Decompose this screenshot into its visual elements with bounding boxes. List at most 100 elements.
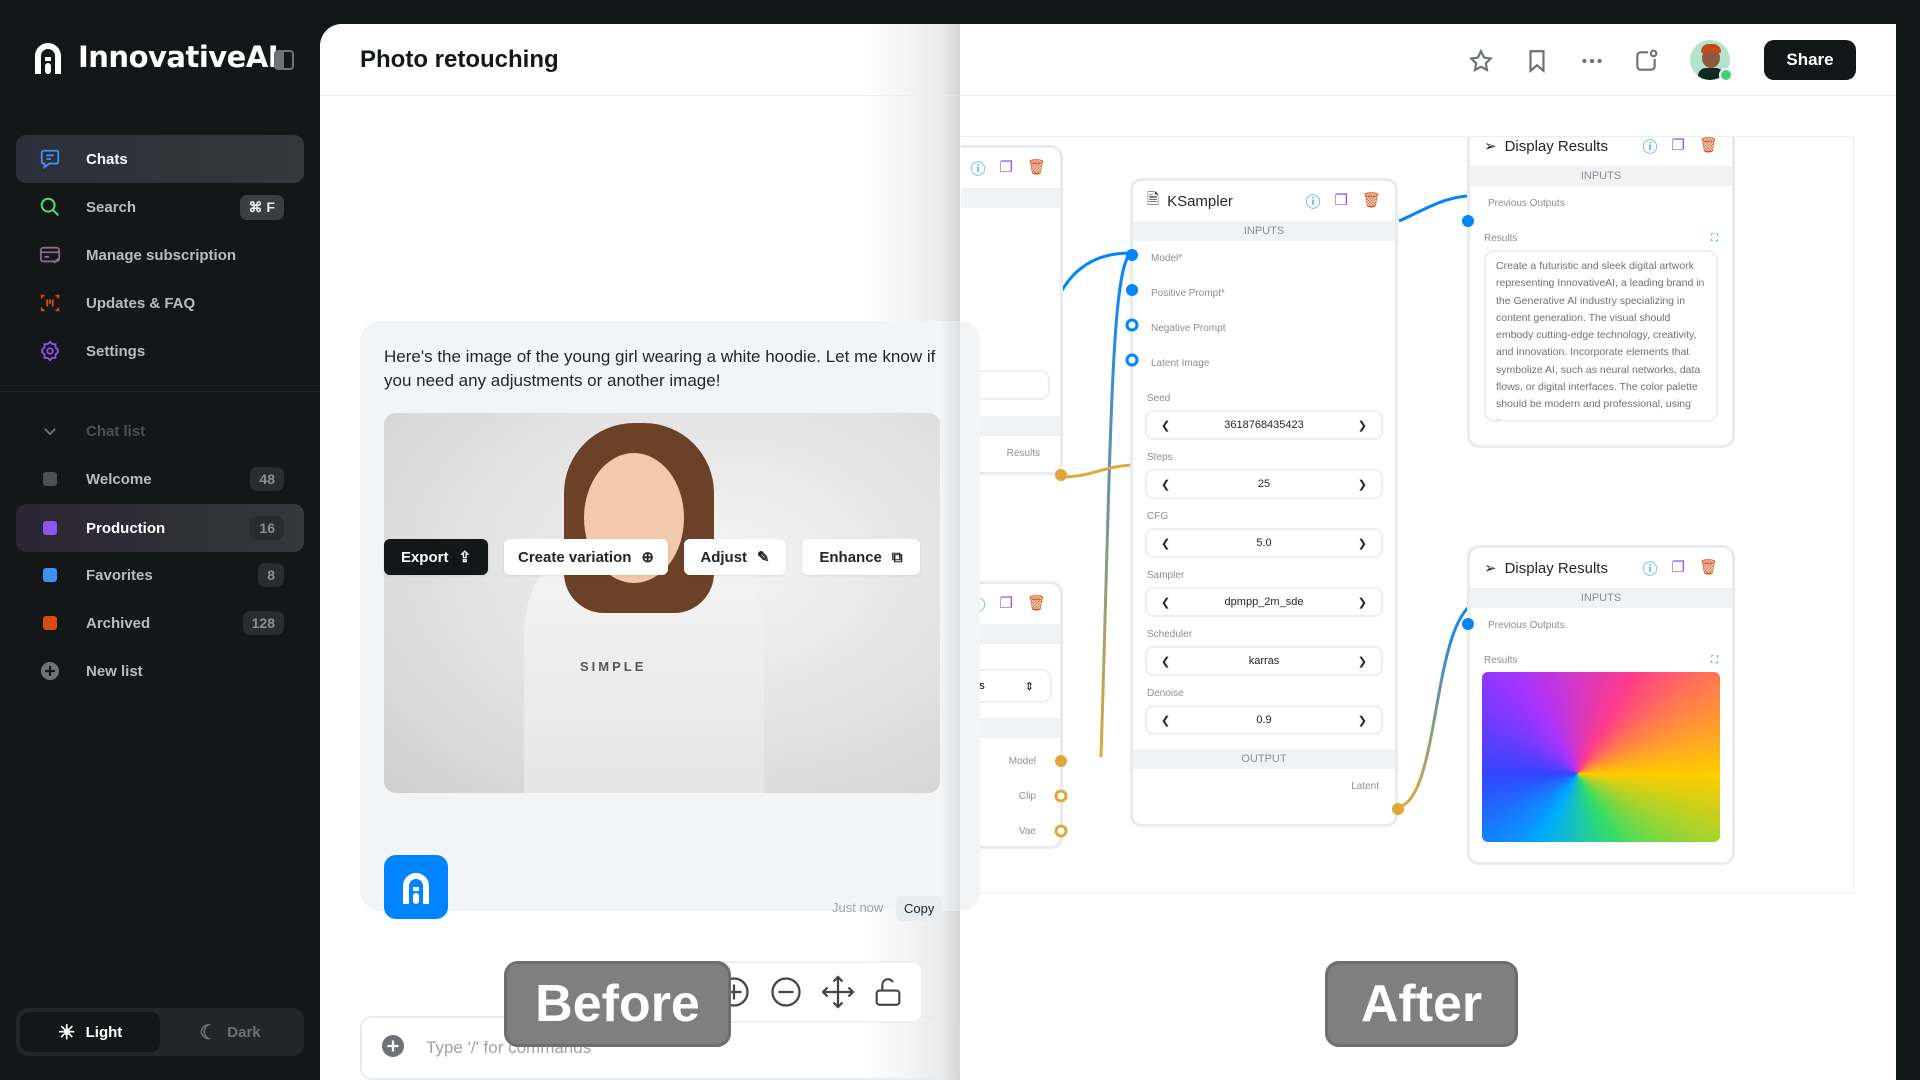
share-button[interactable]: Share [1764,40,1856,80]
sidebar-item-label: Search [86,198,137,216]
chevron-left-icon[interactable]: ❮ [1161,655,1170,668]
bookmark-icon[interactable] [1524,48,1550,74]
wire [1099,251,1133,758]
enhance-button[interactable]: Enhance ⧉ [802,539,920,575]
info-icon[interactable]: ⓘ [1642,137,1657,157]
delete-icon[interactable]: 🗑 [1027,158,1046,179]
sidebar-item-chats[interactable]: Chats [16,135,304,183]
duplicate-icon[interactable]: ❐ [1335,191,1348,212]
sidebar-item-settings[interactable]: Settings [16,327,304,375]
message-text: Here's the image of the young girl weari… [384,347,936,390]
expand-icon[interactable]: ⛶ [1711,655,1718,666]
output-port-results: Results [1006,448,1040,459]
duplicate-icon[interactable]: ❐ [1000,594,1013,615]
chevron-right-icon[interactable]: ❯ [1358,537,1367,550]
copy-button[interactable]: Copy [896,896,943,921]
list-count: 128 [242,611,284,635]
plus-circle-icon [38,659,62,683]
list-item-favorites[interactable]: Favorites 8 [16,551,304,599]
chevron-left-icon[interactable]: ❮ [1161,537,1170,550]
node-file-icon: 🗎 [1147,190,1160,208]
field-stepper-scheduler[interactable]: ❮ karras ❯ [1145,646,1383,676]
list-count: 48 [250,467,284,491]
hoodie-text: SIMPLE [580,659,647,674]
notification-icon[interactable] [1633,48,1659,74]
list-color-swatch [43,568,57,582]
zoom-out-icon[interactable] [768,974,804,1010]
chat-message: Here's the image of the young girl weari… [360,321,980,911]
sidebar-toggle-button[interactable] [274,50,294,70]
before-label: Before [504,961,731,1047]
expand-icon[interactable]: ⛶ [1711,233,1718,244]
split-shadow [940,24,960,1080]
field-stepper-sampler[interactable]: ❮ dpmpp_2m_sde ❯ [1145,587,1383,617]
delete-icon[interactable]: 🗑 [1699,137,1718,157]
output-port-vae: Vae [1018,826,1036,837]
logo-icon [403,873,429,904]
output-header: OUTPUT [1133,749,1395,769]
chevron-left-icon[interactable]: ❮ [1161,714,1170,727]
shortcut-badge: ⌘ F [239,194,284,220]
field-label: CFG [1147,511,1169,522]
duplicate-icon[interactable]: ❐ [1672,137,1685,157]
field-stepper-cfg[interactable]: ❮ 5.0 ❯ [1145,528,1383,558]
theme-switch[interactable]: ☀ Light ☾ Dark [16,1008,304,1056]
chevron-right-icon[interactable]: ❯ [1358,655,1367,668]
duplicate-icon[interactable]: ❐ [1000,158,1013,179]
sidebar-item-updates-faq[interactable]: Updates & FAQ [16,279,304,327]
field-stepper-steps[interactable]: ❮ 25 ❯ [1145,469,1383,499]
export-button[interactable]: Export ⇪ [384,539,488,575]
unlock-icon[interactable] [871,975,905,1009]
sidebar-item-manage-subscription[interactable]: Manage subscription [16,231,304,279]
chevron-left-icon[interactable]: ❮ [1161,478,1170,491]
delete-icon[interactable]: 🗑 [1362,191,1381,212]
list-label: New list [86,662,143,680]
list-color-swatch [43,521,57,535]
add-attachment-icon[interactable] [382,1034,404,1062]
display-results-node-image[interactable]: ➢ Display Results ⓘ ❐ 🗑 INPUTS Previous Out… [1467,545,1735,865]
online-status-dot [1719,68,1733,82]
theme-dark-button[interactable]: ☾ Dark [160,1012,300,1052]
node-title: KSampler [1167,192,1233,210]
send-icon: ➢ [1484,138,1497,155]
sidebar-item-label: Settings [86,342,146,360]
chevron-right-icon[interactable]: ❯ [1358,419,1367,432]
adjust-button[interactable]: Adjust ✎ [684,539,786,575]
info-icon[interactable]: ⓘ [1305,191,1320,212]
chat-list-toggle[interactable]: Chat list [16,407,304,455]
list-item-welcome[interactable]: Welcome 48 [16,455,304,503]
chevron-left-icon[interactable]: ❮ [1161,596,1170,609]
chevron-right-icon[interactable]: ❯ [1358,478,1367,491]
fit-view-icon[interactable] [820,974,856,1010]
list-item-archived[interactable]: Archived 128 [16,599,304,647]
plus-circle-icon: ⊕ [641,549,654,566]
chevron-right-icon[interactable]: ❯ [1358,714,1367,727]
sidebar-divider [0,391,320,392]
field-value: karras [1248,655,1280,667]
info-icon[interactable]: ⓘ [970,158,985,179]
delete-icon[interactable]: 🗑 [1027,594,1046,615]
field-value: dpmpp_2m_sde [1224,596,1304,608]
field-stepper-denoise[interactable]: ❮ 0.9 ❯ [1145,705,1383,735]
star-icon[interactable] [1468,48,1494,74]
workflow-canvas[interactable]: ⓘ ❐ 🗑 Results ⓘ ❐ 🗑 nsors⇕ Model Clip Va… [961,136,1854,893]
create-variation-button[interactable]: Create variation ⊕ [504,539,668,575]
display-results-node-text[interactable]: ➢ Display Results ⓘ ❐ 🗑 INPUTS Previous Out… [1467,137,1735,448]
more-icon[interactable] [1579,48,1605,74]
list-item-production[interactable]: Production 16 [16,504,304,552]
delete-icon[interactable]: 🗑 [1699,558,1718,579]
chevron-left-icon[interactable]: ❮ [1161,419,1170,432]
new-list-button[interactable]: New list [16,647,304,695]
sidebar-item-search[interactable]: Search ⌘ F [16,183,304,231]
info-icon[interactable]: ⓘ [1642,558,1657,579]
chevron-right-icon[interactable]: ❯ [1358,596,1367,609]
theme-light-button[interactable]: ☀ Light [20,1012,160,1052]
duplicate-icon[interactable]: ❐ [1672,558,1685,579]
field-stepper-seed[interactable]: ❮ 3618768435423 ❯ [1145,410,1383,440]
field-label: Denoise [1147,688,1184,699]
list-label: Welcome [86,470,152,488]
field-value: 3618768435423 [1224,419,1304,431]
chevron-updown-icon: ⇕ [1024,680,1034,693]
sidebar-item-label: Updates & FAQ [86,294,196,312]
ksampler-node[interactable]: 🗎 KSampler ⓘ ❐ 🗑 INPUTS Model* Positive Pro… [1130,178,1398,827]
